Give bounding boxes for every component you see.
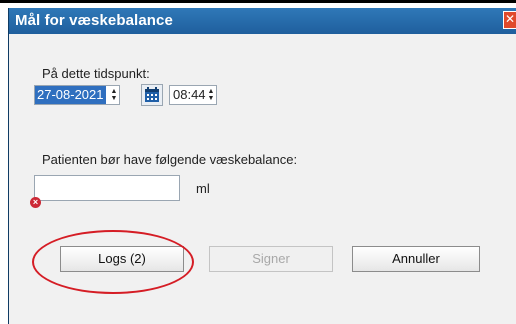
fluid-balance-input[interactable] — [34, 175, 180, 201]
top-border — [0, 0, 516, 3]
calendar-button[interactable] — [141, 84, 163, 106]
cancel-button[interactable]: Annuller — [352, 246, 480, 272]
title-bar: Mål for væskebalance ✕ — [9, 8, 516, 34]
time-value: 08:44 — [173, 87, 206, 102]
time-spinner[interactable]: ▲ ▼ — [207, 88, 215, 102]
unit-label: ml — [196, 181, 210, 196]
date-value: 27-08-2021 — [35, 86, 106, 104]
fluid-label: Patienten bør have følgende væskebalance… — [42, 152, 298, 167]
time-field[interactable]: 08:44 ▲ ▼ — [169, 85, 217, 105]
error-icon: × — [30, 197, 41, 208]
sign-button[interactable]: Signer — [209, 246, 333, 272]
date-spinner[interactable]: ▲ ▼ — [110, 88, 118, 102]
date-field[interactable]: 27-08-2021 ▲ ▼ — [34, 85, 120, 105]
logs-button[interactable]: Logs (2) — [60, 246, 184, 272]
calendar-icon — [145, 87, 159, 102]
dialog-title: Mål for væskebalance — [15, 12, 173, 29]
spinner-icon: ▲ ▼ — [207, 88, 215, 102]
close-button[interactable]: ✕ — [503, 11, 516, 29]
time-label: På dette tidspunkt: — [42, 66, 150, 81]
spinner-icon: ▲ ▼ — [110, 88, 118, 102]
close-icon: ✕ — [504, 12, 516, 26]
